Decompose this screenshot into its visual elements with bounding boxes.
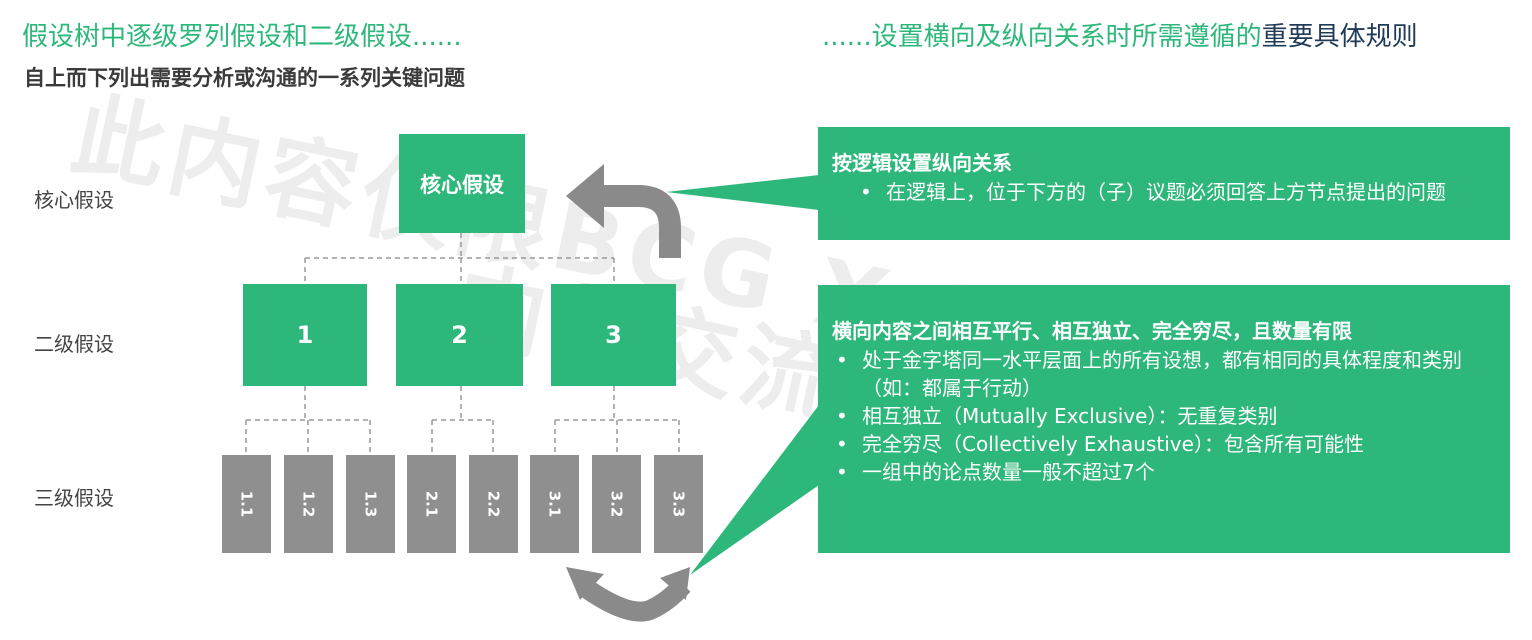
leaf-label: 1.3 (361, 490, 380, 518)
horizontal-relation-panel: 横向内容之间相互平行、相互独立、完全穷尽，且数量有限 处于金字塔同一水平层面上的… (818, 285, 1510, 553)
core-hypothesis-box: 核心假设 (399, 134, 525, 233)
third-level-box-3-1: 3.1 (530, 455, 579, 553)
horizontal-relation-arrow-icon (566, 567, 691, 622)
leaf-label: 3.1 (545, 490, 564, 518)
vertical-relation-panel: 按逻辑设置纵向关系 在逻辑上，位于下方的（子）议题必须回答上方节点提出的问题 (818, 127, 1510, 240)
leaf-label: 1.1 (237, 490, 256, 518)
horizontal-relation-bullets: 处于金字塔同一水平层面上的所有设想，都有相同的具体程度和类别（如：都属于行动） … (836, 346, 1496, 486)
horizontal-relation-bullet: 处于金字塔同一水平层面上的所有设想，都有相同的具体程度和类别（如：都属于行动） (836, 346, 1496, 402)
third-level-box-2-1: 2.1 (407, 455, 456, 553)
horizontal-relation-bullet: 完全穷尽（Collectively Exhaustive）：包含所有可能性 (836, 430, 1496, 458)
second-level-box-2: 2 (396, 284, 523, 386)
callout-pointer-horizontal (690, 405, 819, 575)
horizontal-relation-heading: 横向内容之间相互平行、相互独立、完全穷尽，且数量有限 (832, 319, 1352, 343)
leaf-label: 1.2 (299, 490, 318, 518)
leaf-label: 3.3 (669, 490, 688, 518)
third-level-box-2-2: 2.2 (469, 455, 518, 553)
vertical-relation-bullets: 在逻辑上，位于下方的（子）议题必须回答上方节点提出的问题 (860, 178, 1496, 206)
third-level-box-1-2: 1.2 (284, 455, 333, 553)
second-level-box-3: 3 (551, 284, 676, 386)
leaf-label: 2.1 (422, 490, 441, 518)
callout-pointer-vertical (666, 175, 819, 210)
third-level-box-3-3: 3.3 (654, 455, 703, 553)
vertical-relation-arrow-icon (566, 164, 681, 258)
vertical-relation-bullet: 在逻辑上，位于下方的（子）议题必须回答上方节点提出的问题 (860, 178, 1496, 206)
horizontal-relation-bullet: 一组中的论点数量一般不超过7个 (836, 458, 1496, 486)
second-level-box-1: 1 (243, 284, 367, 386)
leaf-label: 2.2 (484, 490, 503, 518)
horizontal-relation-bullet: 相互独立（Mutually Exclusive）：无重复类别 (836, 402, 1496, 430)
leaf-label: 3.2 (607, 490, 626, 518)
third-level-box-3-2: 3.2 (592, 455, 641, 553)
third-level-box-1-1: 1.1 (222, 455, 271, 553)
third-level-box-1-3: 1.3 (346, 455, 395, 553)
vertical-relation-heading: 按逻辑设置纵向关系 (832, 151, 1012, 175)
